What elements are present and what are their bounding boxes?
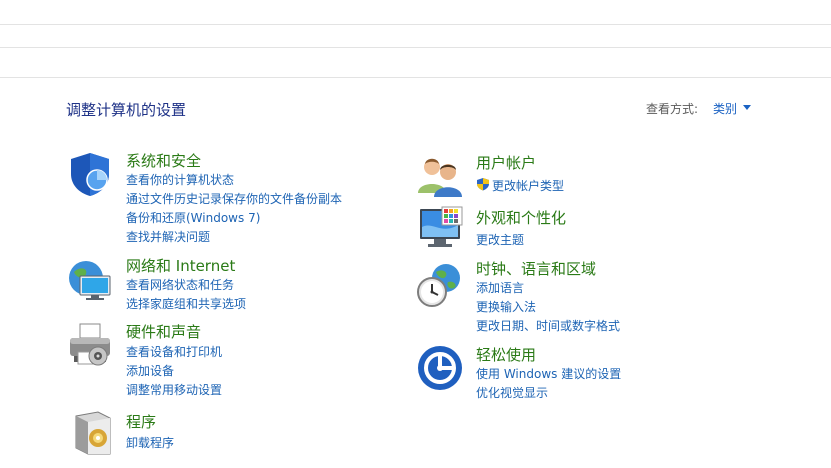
link-change-input-method[interactable]: 更换输入法 — [476, 298, 536, 315]
link-view-computer-status[interactable]: 查看你的计算机状态 — [126, 171, 234, 188]
category-clock-language-region[interactable]: 时钟、语言和区域 — [476, 258, 596, 279]
link-change-theme[interactable]: 更改主题 — [476, 231, 524, 248]
divider-top-1 — [0, 24, 831, 25]
chevron-down-icon[interactable] — [743, 105, 751, 110]
link-change-account-type[interactable]: 更改帐户类型 — [492, 177, 564, 194]
programs-box-icon[interactable] — [68, 408, 116, 456]
link-add-language[interactable]: 添加语言 — [476, 279, 524, 296]
category-appearance-personalization[interactable]: 外观和个性化 — [476, 207, 566, 228]
category-hardware-sound[interactable]: 硬件和声音 — [126, 321, 201, 342]
category-network-internet[interactable]: 网络和 Internet — [126, 255, 235, 276]
uac-shield-icon — [476, 176, 490, 191]
view-by-label: 查看方式: — [646, 102, 699, 116]
category-system-security[interactable]: 系统和安全 — [126, 150, 201, 171]
category-user-accounts[interactable]: 用户帐户 — [476, 152, 536, 173]
printer-icon[interactable] — [66, 322, 114, 370]
shield-icon[interactable] — [66, 150, 114, 198]
users-icon[interactable] — [416, 153, 464, 201]
link-troubleshoot[interactable]: 查找并解决问题 — [126, 228, 210, 245]
divider-top-3 — [0, 77, 831, 78]
ease-of-access-icon[interactable] — [416, 344, 464, 392]
category-programs[interactable]: 程序 — [126, 411, 156, 432]
link-optimize-visual-display[interactable]: 优化视觉显示 — [476, 384, 548, 401]
link-recommended-settings[interactable]: 使用 Windows 建议的设置 — [476, 365, 621, 382]
clock-globe-icon[interactable] — [416, 262, 464, 310]
link-devices-printers[interactable]: 查看设备和打印机 — [126, 343, 222, 360]
link-homegroup-sharing[interactable]: 选择家庭组和共享选项 — [126, 295, 246, 312]
link-date-time-number-format[interactable]: 更改日期、时间或数字格式 — [476, 317, 620, 334]
page-title: 调整计算机的设置 — [66, 101, 187, 119]
link-uninstall-program[interactable]: 卸载程序 — [126, 434, 174, 451]
link-network-status-tasks[interactable]: 查看网络状态和任务 — [126, 276, 234, 293]
divider-top-2 — [0, 47, 831, 48]
link-add-device[interactable]: 添加设备 — [126, 362, 174, 379]
link-file-history-backup[interactable]: 通过文件历史记录保存你的文件备份副本 — [126, 190, 342, 207]
category-ease-of-access[interactable]: 轻松使用 — [476, 344, 536, 365]
link-mobility-settings[interactable]: 调整常用移动设置 — [126, 381, 222, 398]
link-backup-restore-win7[interactable]: 备份和还原(Windows 7) — [126, 209, 260, 226]
view-by-dropdown[interactable]: 类别 — [713, 100, 737, 117]
monitor-palette-icon[interactable] — [416, 205, 464, 253]
network-globe-icon[interactable] — [66, 256, 114, 304]
